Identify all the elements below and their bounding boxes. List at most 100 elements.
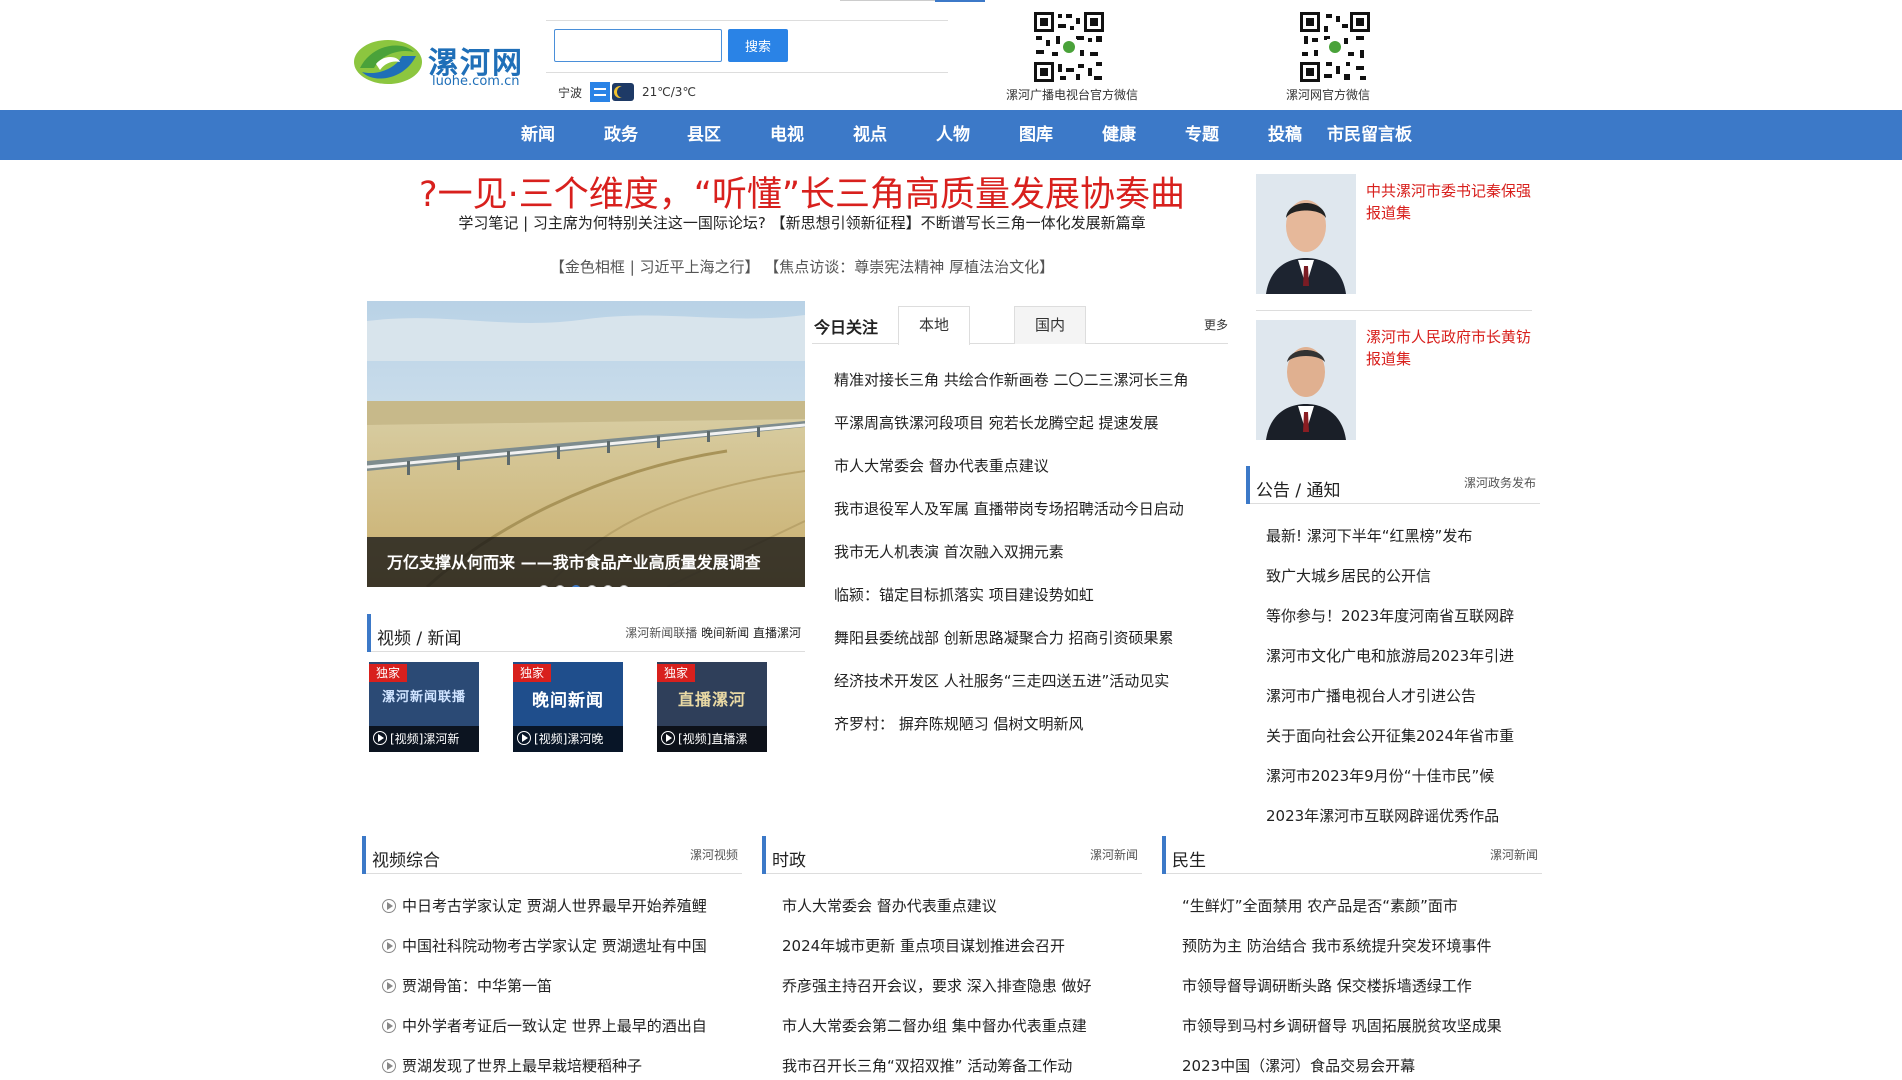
list-item[interactable]: 中外学者考证后一致认定 世界上最早的酒出自: [382, 1006, 754, 1046]
list-item[interactable]: 市领导到马村乡调研督导 巩固拓展脱贫攻坚成果: [1182, 1006, 1554, 1046]
nav-item-message-board[interactable]: 市民留言板: [1327, 110, 1412, 160]
search-input[interactable]: [554, 29, 722, 62]
list-item[interactable]: 最新! 漯河下半年“红黑榜”发布: [1266, 516, 1532, 556]
news-carousel[interactable]: 万亿支撑从何而来 ——我市食品产业高质量发展调查: [367, 301, 805, 587]
video-caption: [视频]漯河晚: [513, 726, 623, 752]
video-thumbnail[interactable]: 独家 晚间新闻 [视频]漯河晚: [513, 662, 623, 752]
video-general-list: 中日考古学家认定 贾湖人世界最早开始养殖鲤 中国社科院动物考古学家认定 贾湖遗址…: [382, 886, 754, 1080]
list-item[interactable]: 关于面向社会公开征集2024年省市重: [1266, 716, 1532, 756]
leader-photo: [1256, 320, 1356, 440]
section-accent-bar: [367, 614, 371, 652]
nav-item-submit[interactable]: 投稿: [1268, 110, 1302, 160]
list-item[interactable]: 2023中国（漯河）食品交易会开幕: [1182, 1046, 1554, 1080]
carousel-dot[interactable]: [539, 585, 549, 587]
leader-card[interactable]: 中共漯河市委书记秦保强报道集: [1256, 174, 1532, 296]
list-item[interactable]: 致广大城乡居民的公开信: [1266, 556, 1532, 596]
leader-photo: [1256, 174, 1356, 294]
leader-card[interactable]: 漯河市人民政府市长黄钫报道集: [1256, 320, 1532, 442]
carousel-dot[interactable]: [571, 585, 581, 587]
livelihood-more-link[interactable]: 漯河新闻: [1490, 846, 1538, 863]
leader-divider: [1256, 310, 1532, 311]
video-general-more-link[interactable]: 漯河视频: [690, 846, 738, 863]
list-item[interactable]: 临颍：锚定目标抓落实 项目建设势如虹: [834, 575, 1234, 618]
list-item[interactable]: 乔彦强主持召开会议，要求 深入排查隐患 做好: [782, 966, 1154, 1006]
list-item[interactable]: 等你参与！2023年度河南省互联网辟: [1266, 596, 1532, 636]
list-item[interactable]: 我市退役军人及军属 直播带岗专场招聘活动今日启动: [834, 489, 1234, 532]
carousel-dot[interactable]: [555, 585, 565, 587]
carousel-dots: [539, 585, 629, 587]
list-item[interactable]: 我市无人机表演 首次融入双拥元素: [834, 532, 1234, 575]
list-item[interactable]: 中国社科院动物考古学家认定 贾湖遗址有中国: [382, 926, 754, 966]
site-logo[interactable]: 漯河网 luohe.com.cn: [352, 28, 530, 96]
list-item[interactable]: 预防为主 防治结合 我市系统提升突发环境事件: [1182, 926, 1554, 966]
nav-item-topics[interactable]: 专题: [1185, 110, 1219, 160]
list-item[interactable]: 精准对接长三角 共绘合作新画卷 二〇二三漯河长三角: [834, 360, 1234, 403]
list-item[interactable]: “生鲜灯”全面禁用 农产品是否“素颜”面市: [1182, 886, 1554, 926]
play-circle-icon: [382, 979, 396, 993]
qr-caption-site: 漯河网官方微信: [1286, 88, 1371, 102]
tab-local[interactable]: 本地: [898, 306, 970, 345]
list-item[interactable]: 经济技术开发区 人社服务“三走四送五进”活动见实: [834, 661, 1234, 704]
nav-item-health[interactable]: 健康: [1102, 110, 1136, 160]
play-circle-icon: [382, 1019, 396, 1033]
video-thumbnail[interactable]: 独家 直播漯河 [视频]直播漯: [657, 662, 767, 752]
list-item[interactable]: 贾湖骨笛：中华第一笛: [382, 966, 754, 1006]
nav-item-government[interactable]: 政务: [604, 110, 638, 160]
livelihood-section-header: 民生 漯河新闻: [1162, 836, 1542, 874]
nav-item-districts[interactable]: 县区: [687, 110, 721, 160]
carousel-dot[interactable]: [603, 585, 613, 587]
nav-item-gallery[interactable]: 图库: [1019, 110, 1053, 160]
list-item[interactable]: 市人大常委会 督办代表重点建议: [834, 446, 1234, 489]
carousel-caption[interactable]: 万亿支撑从何而来 ——我市食品产业高质量发展调查: [387, 549, 761, 573]
list-item[interactable]: 市人大常委会第二督办组 集中督办代表重点建: [782, 1006, 1154, 1046]
list-item[interactable]: 漯河市广播电视台人才引进公告: [1266, 676, 1532, 716]
list-item[interactable]: 市人大常委会 督办代表重点建议: [782, 886, 1154, 926]
nav-item-news[interactable]: 新闻: [521, 110, 555, 160]
link-news-broadcast[interactable]: 漯河新闻联播: [625, 626, 697, 640]
search-button[interactable]: 搜索: [728, 29, 788, 62]
headline-subline[interactable]: 学习笔记 | 习主席为何特别关注这一国际论坛? 【新思想引领新征程】不断谱写长三…: [352, 212, 1252, 233]
list-item[interactable]: 市领导督导调研断头路 保交楼拆墙透绿工作: [1182, 966, 1554, 1006]
today-more-link[interactable]: 更多: [1204, 316, 1228, 333]
list-item[interactable]: 贾湖发现了世界上最早栽培粳稻种子: [382, 1046, 754, 1080]
list-item[interactable]: 舞阳县委统战部 创新思路凝聚合力 招商引资硕果累: [834, 618, 1234, 661]
logo-text-en: luohe.com.cn: [432, 74, 520, 89]
carousel-dot[interactable]: [619, 585, 629, 587]
headline-title[interactable]: ?一见·三个维度，“听懂”长三角高质量发展协奏曲: [352, 166, 1252, 217]
link-live-luohe[interactable]: 直播漯河: [753, 626, 801, 640]
list-item[interactable]: 中日考古学家认定 贾湖人世界最早开始养殖鲤: [382, 886, 754, 926]
nav-item-tv[interactable]: 电视: [770, 110, 804, 160]
search-mid-rule: [546, 72, 948, 73]
video-thumbnail[interactable]: 独家 漯河新闻联播 [视频]漯河新: [369, 662, 479, 752]
weather-city: 宁波: [558, 85, 583, 100]
main-nav: 新闻 政务 县区 电视 视点 人物 图库 健康 专题 投稿 市民留言板: [0, 110, 1902, 160]
list-item[interactable]: 2023年漯河市互联网辟谣优秀作品: [1266, 796, 1532, 836]
leader-caption: 漯河市人民政府市长黄钫报道集: [1366, 328, 1532, 368]
video-caption: [视频]直播漯: [657, 726, 767, 752]
politics-section-header: 时政 漯河新闻: [762, 836, 1142, 874]
nav-item-viewpoint[interactable]: 视点: [853, 110, 887, 160]
link-evening-news[interactable]: 晚间新闻: [701, 626, 749, 640]
notice-more-link[interactable]: 漯河政务发布: [1464, 474, 1536, 491]
search-top-rule: [546, 20, 948, 21]
list-item[interactable]: 我市召开长三角“双招双推” 活动筹备工作动: [782, 1046, 1154, 1080]
section-accent-bar: [1246, 466, 1250, 504]
program-logo: 漯河新闻联播: [381, 690, 466, 705]
top-accent-bar: [935, 0, 985, 2]
nav-item-people[interactable]: 人物: [936, 110, 970, 160]
today-label: 今日关注: [814, 318, 879, 337]
list-item[interactable]: 漯河市2023年9月份“十佳市民”候: [1266, 756, 1532, 796]
tab-domestic[interactable]: 国内: [1014, 306, 1086, 344]
headline-link-gold-frame[interactable]: 【金色相框 | 习近平上海之行】: [550, 258, 760, 276]
list-item[interactable]: 漯河市文化广电和旅游局2023年引进: [1266, 636, 1532, 676]
video-news-title: 视频 / 新闻: [377, 629, 462, 649]
list-item[interactable]: 齐罗村： 摒弃陈规陋习 倡树文明新风: [834, 704, 1234, 747]
carousel-dot[interactable]: [587, 585, 597, 587]
headline-link-focus-interview[interactable]: 【焦点访谈：尊崇宪法精神 厚植法治文化】: [764, 258, 1054, 276]
politics-more-link[interactable]: 漯河新闻: [1090, 846, 1138, 863]
notice-section-title: 公告 / 通知: [1256, 481, 1341, 501]
list-item[interactable]: 2024年城市更新 重点项目谋划推进会召开: [782, 926, 1154, 966]
list-item[interactable]: 平漯周高铁漯河段项目 宛若长龙腾空起 提速发展: [834, 403, 1234, 446]
play-icon: [661, 731, 675, 745]
program-logo: 晚间新闻: [532, 691, 604, 711]
